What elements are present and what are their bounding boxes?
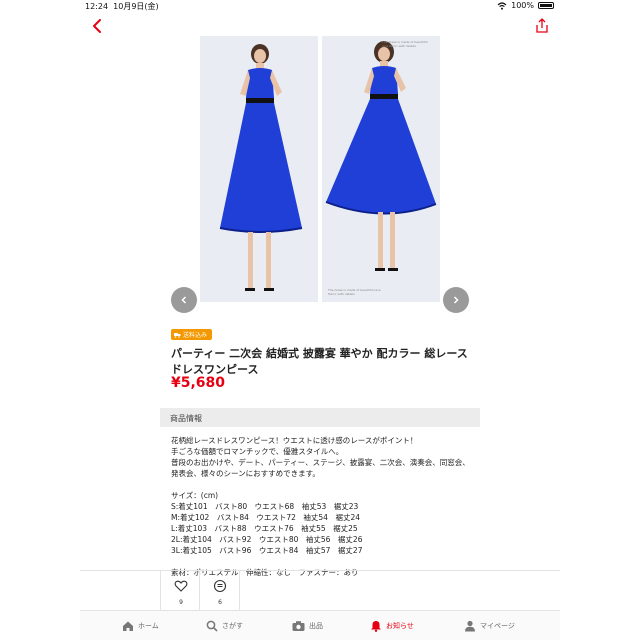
- status-bar: 12:24 10月9日(金) 100%: [0, 0, 640, 12]
- search-icon: [206, 620, 218, 632]
- battery-percent: 100%: [511, 1, 534, 10]
- description-line: 手ごろな価額でロマンチックで、優雅スタイルへ。: [171, 447, 344, 456]
- chevron-right-icon: [453, 296, 459, 304]
- size-row: S:着丈101 バスト80 ウエスト68 袖丈53 裾丈23: [171, 502, 359, 511]
- section-heading-info: 商品情報: [160, 408, 480, 427]
- like-button[interactable]: 9: [160, 571, 200, 611]
- comment-icon: [213, 579, 227, 593]
- gallery-prev-button[interactable]: [171, 287, 197, 313]
- size-heading: サイズ：(cm): [171, 491, 219, 500]
- chevron-left-icon: [181, 296, 187, 304]
- product-gallery[interactable]: The dress is made of beautiful lace fabr…: [200, 36, 440, 302]
- tab-label: マイページ: [480, 622, 515, 630]
- heart-icon: [174, 580, 188, 592]
- tab-label: ホーム: [138, 622, 159, 630]
- chevron-left-icon[interactable]: [88, 16, 108, 36]
- badge-label: 送料込み: [183, 332, 208, 339]
- gallery-caption-top: The dress is made of beautiful lace fabr…: [382, 40, 428, 48]
- size-row: L:着丈103 バスト88 ウエスト76 袖丈55 裾丈25: [171, 524, 358, 533]
- size-row: M:着丈102 バスト84 ウエスト72 袖丈54 裾丈24: [171, 513, 360, 522]
- product-price: ¥5,680: [171, 375, 226, 391]
- product-image-front: [200, 36, 318, 302]
- tab-notifications[interactable]: お知らせ: [370, 617, 414, 635]
- share-icon[interactable]: [534, 18, 550, 34]
- comment-count: 6: [218, 599, 222, 606]
- bell-icon: [371, 621, 381, 632]
- product-description: 花柄総レースドレスワンピース！ウエストに透け感のレースがポイント！ 手ごろな価額…: [171, 435, 471, 578]
- tab-label: お知らせ: [386, 622, 414, 630]
- tab-home[interactable]: ホーム: [122, 617, 159, 635]
- tab-sell[interactable]: 出品: [292, 617, 323, 635]
- truck-icon: [174, 332, 181, 338]
- tab-mypage[interactable]: マイページ: [464, 617, 515, 635]
- action-bar: 9 6: [80, 570, 560, 611]
- tab-label: 出品: [309, 622, 323, 630]
- shipping-included-badge: 送料込み: [171, 329, 213, 340]
- status-right: 100%: [497, 1, 554, 10]
- product-title: パーティー 二次会 結婚式 披露宴 華やか 配カラー 総レース ドレスワンピース: [171, 347, 468, 376]
- tab-label: さがす: [222, 622, 243, 630]
- battery-icon: [538, 2, 554, 9]
- wifi-icon: [497, 1, 507, 10]
- tab-search[interactable]: さがす: [206, 617, 243, 635]
- bottom-tab-bar: ホーム さがす 出品 お知らせ マイページ: [80, 610, 560, 640]
- description-line: 普段のお出かけや、デート、パーティー、ステージ、披露宴、二次会、演奏会、同窓会、: [171, 458, 470, 467]
- gallery-caption-bottom: The dress is made of beautiful lace fabr…: [328, 288, 381, 296]
- gallery-next-button[interactable]: [443, 287, 469, 313]
- size-row: 2L:着丈104 バスト92 ウエスト80 袖丈56 裾丈26: [171, 535, 363, 544]
- size-row: 3L:着丈105 バスト96 ウエスト84 袖丈57 裾丈27: [171, 546, 363, 555]
- description-line: 発表会、様々のシーンにおすすめできます。: [171, 469, 320, 478]
- product-image-side: The dress is made of beautiful lace fabr…: [322, 36, 440, 302]
- comment-button[interactable]: 6: [200, 571, 240, 611]
- home-icon: [123, 621, 133, 631]
- person-icon: [465, 620, 475, 632]
- status-time: 12:24 10月9日(金): [85, 2, 159, 11]
- description-line: 花柄総レースドレスワンピース！ウエストに透け感のレースがポイント！: [171, 436, 418, 445]
- like-count: 9: [179, 599, 183, 606]
- camera-icon: [292, 621, 305, 631]
